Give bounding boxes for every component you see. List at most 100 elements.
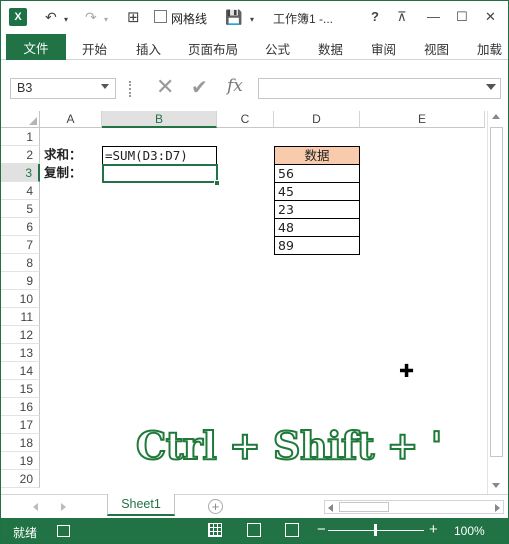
row-header-17[interactable]: 17 [1, 416, 40, 434]
window-title: 工作簿1 -... [273, 12, 334, 26]
scroll-down-icon[interactable] [492, 483, 500, 488]
row-header-14[interactable]: 14 [1, 362, 40, 380]
tab-file[interactable]: 文件 [6, 34, 66, 60]
ribbon-display-icon[interactable]: ⊼ [397, 9, 407, 25]
prev-sheet-icon[interactable] [33, 503, 38, 511]
fill-handle[interactable] [214, 180, 220, 186]
scroll-right-icon[interactable] [495, 504, 500, 512]
add-sheet-icon[interactable]: + [208, 499, 223, 514]
tab-insert[interactable]: 插入 [136, 39, 161, 58]
minimize-button[interactable]: — [427, 9, 440, 24]
data-table-cell[interactable]: 48 [274, 218, 360, 237]
cell-cursor-icon: ✚ [399, 361, 415, 381]
column-header-a[interactable]: A [40, 111, 102, 128]
undo-icon[interactable]: ↶ [45, 7, 57, 27]
tab-formulas[interactable]: 公式 [265, 39, 290, 58]
tab-review[interactable]: 审阅 [371, 39, 396, 58]
page-layout-view-icon[interactable] [247, 523, 261, 537]
gridlines-checkbox[interactable] [154, 10, 167, 23]
row-header-1[interactable]: 1 [1, 128, 40, 146]
formula-input[interactable] [258, 78, 501, 99]
sheet-tab-sheet1[interactable]: Sheet1 [107, 494, 175, 516]
data-table-header[interactable]: 数据 [274, 146, 360, 165]
save-icon[interactable]: 💾 [225, 7, 242, 27]
insert-function-icon[interactable]: fx [227, 76, 243, 96]
chevron-down-icon[interactable] [101, 84, 109, 89]
row-header-13[interactable]: 13 [1, 344, 40, 362]
undo-dropdown-icon[interactable]: ▾ [64, 9, 68, 29]
active-cell-b3[interactable] [102, 164, 218, 183]
cancel-icon[interactable]: ✕ [156, 74, 174, 100]
data-table-cell[interactable]: 89 [274, 236, 360, 255]
row-header-12[interactable]: 12 [1, 326, 40, 344]
horizontal-scroll-thumb[interactable] [339, 502, 389, 512]
data-table-cell[interactable]: 56 [274, 164, 360, 183]
row-header-16[interactable]: 16 [1, 398, 40, 416]
row-header-20[interactable]: 20 [1, 470, 40, 488]
borders-icon[interactable]: ⊞ [127, 7, 140, 27]
maximize-button[interactable]: ☐ [456, 9, 468, 25]
cell-a2[interactable]: 求和： [42, 146, 82, 164]
column-header-b[interactable]: B [102, 111, 217, 128]
page-break-view-icon[interactable] [285, 523, 299, 537]
horizontal-scrollbar[interactable] [324, 500, 504, 514]
ribbon-tabs: 文件 开始 插入 页面布局 公式 数据 审阅 视图 加载 [1, 34, 508, 60]
gridlines-checkbox-label: 网格线 [171, 12, 208, 26]
name-box-value: B3 [17, 81, 33, 95]
vertical-scroll-thumb[interactable] [490, 127, 503, 457]
redo-icon[interactable]: ↷ [85, 7, 97, 27]
close-button[interactable]: ✕ [485, 9, 496, 25]
column-header-d[interactable]: D [274, 111, 360, 128]
row-header-5[interactable]: 5 [1, 200, 40, 218]
row-header-3[interactable]: 3 [1, 164, 40, 182]
help-icon[interactable]: ? [371, 9, 379, 24]
zoom-in-icon[interactable]: + [429, 521, 438, 538]
tab-addins[interactable]: 加载 [477, 39, 505, 58]
zoom-level[interactable]: 100% [454, 524, 485, 538]
column-header-c[interactable]: C [217, 111, 274, 128]
select-all-icon [29, 117, 37, 125]
enter-check-icon[interactable]: ✔ [191, 75, 208, 100]
tab-data[interactable]: 数据 [318, 39, 343, 58]
cell-b2[interactable]: =SUM(D3:D7) [102, 146, 217, 165]
scroll-up-icon[interactable] [492, 114, 500, 119]
select-all-button[interactable] [1, 111, 40, 128]
scroll-left-icon[interactable] [328, 504, 333, 512]
redo-dropdown-icon[interactable]: ▾ [104, 9, 108, 29]
status-bar: 就绪 − + 100% [1, 518, 508, 543]
row-header-10[interactable]: 10 [1, 290, 40, 308]
row-header-9[interactable]: 9 [1, 272, 40, 290]
data-table-cell[interactable]: 45 [274, 182, 360, 201]
zoom-slider-thumb[interactable] [374, 524, 377, 536]
row-header-6[interactable]: 6 [1, 218, 40, 236]
resize-handle[interactable] [129, 81, 133, 97]
title-bar: X ↶ ▾ ↷ ▾ ⊞ 网格线 💾 ▾ 工作簿1 -... ? ⊼ — ☐ ✕ [1, 1, 508, 34]
row-header-8[interactable]: 8 [1, 254, 40, 272]
next-sheet-icon[interactable] [61, 503, 66, 511]
worksheet-grid[interactable]: A B C D E 1 2 3 4 5 6 7 8 9 10 11 12 13 14 15 16 17 18 19 2… [1, 111, 485, 491]
cell-a3[interactable]: 复制： [42, 164, 82, 182]
zoom-out-icon[interactable]: − [317, 521, 326, 538]
column-header-e[interactable]: E [360, 111, 485, 128]
vertical-scrollbar[interactable] [487, 111, 504, 494]
data-table-cell[interactable]: 23 [274, 200, 360, 219]
customize-toolbar-icon[interactable]: ▾ [250, 9, 254, 29]
macro-record-icon[interactable] [57, 525, 70, 537]
tab-view[interactable]: 视图 [424, 39, 449, 58]
row-header-19[interactable]: 19 [1, 452, 40, 470]
excel-window: X ↶ ▾ ↷ ▾ ⊞ 网格线 💾 ▾ 工作簿1 -... ? ⊼ — ☐ ✕ … [0, 0, 509, 544]
row-header-11[interactable]: 11 [1, 308, 40, 326]
row-header-4[interactable]: 4 [1, 182, 40, 200]
row-header-2[interactable]: 2 [1, 146, 40, 164]
tab-home[interactable]: 开始 [82, 39, 107, 58]
normal-view-icon[interactable] [208, 523, 222, 537]
row-header-15[interactable]: 15 [1, 380, 40, 398]
shortcut-overlay-text: Ctrl + Shift + ' [135, 422, 443, 469]
name-box[interactable]: B3 [10, 78, 116, 99]
excel-logo-icon[interactable]: X [9, 8, 27, 26]
row-header-7[interactable]: 7 [1, 236, 40, 254]
sheet-tab-bar: Sheet1 + [1, 494, 508, 518]
tab-page-layout[interactable]: 页面布局 [188, 39, 238, 58]
row-header-18[interactable]: 18 [1, 434, 40, 452]
expand-formula-bar-icon[interactable] [486, 84, 496, 90]
